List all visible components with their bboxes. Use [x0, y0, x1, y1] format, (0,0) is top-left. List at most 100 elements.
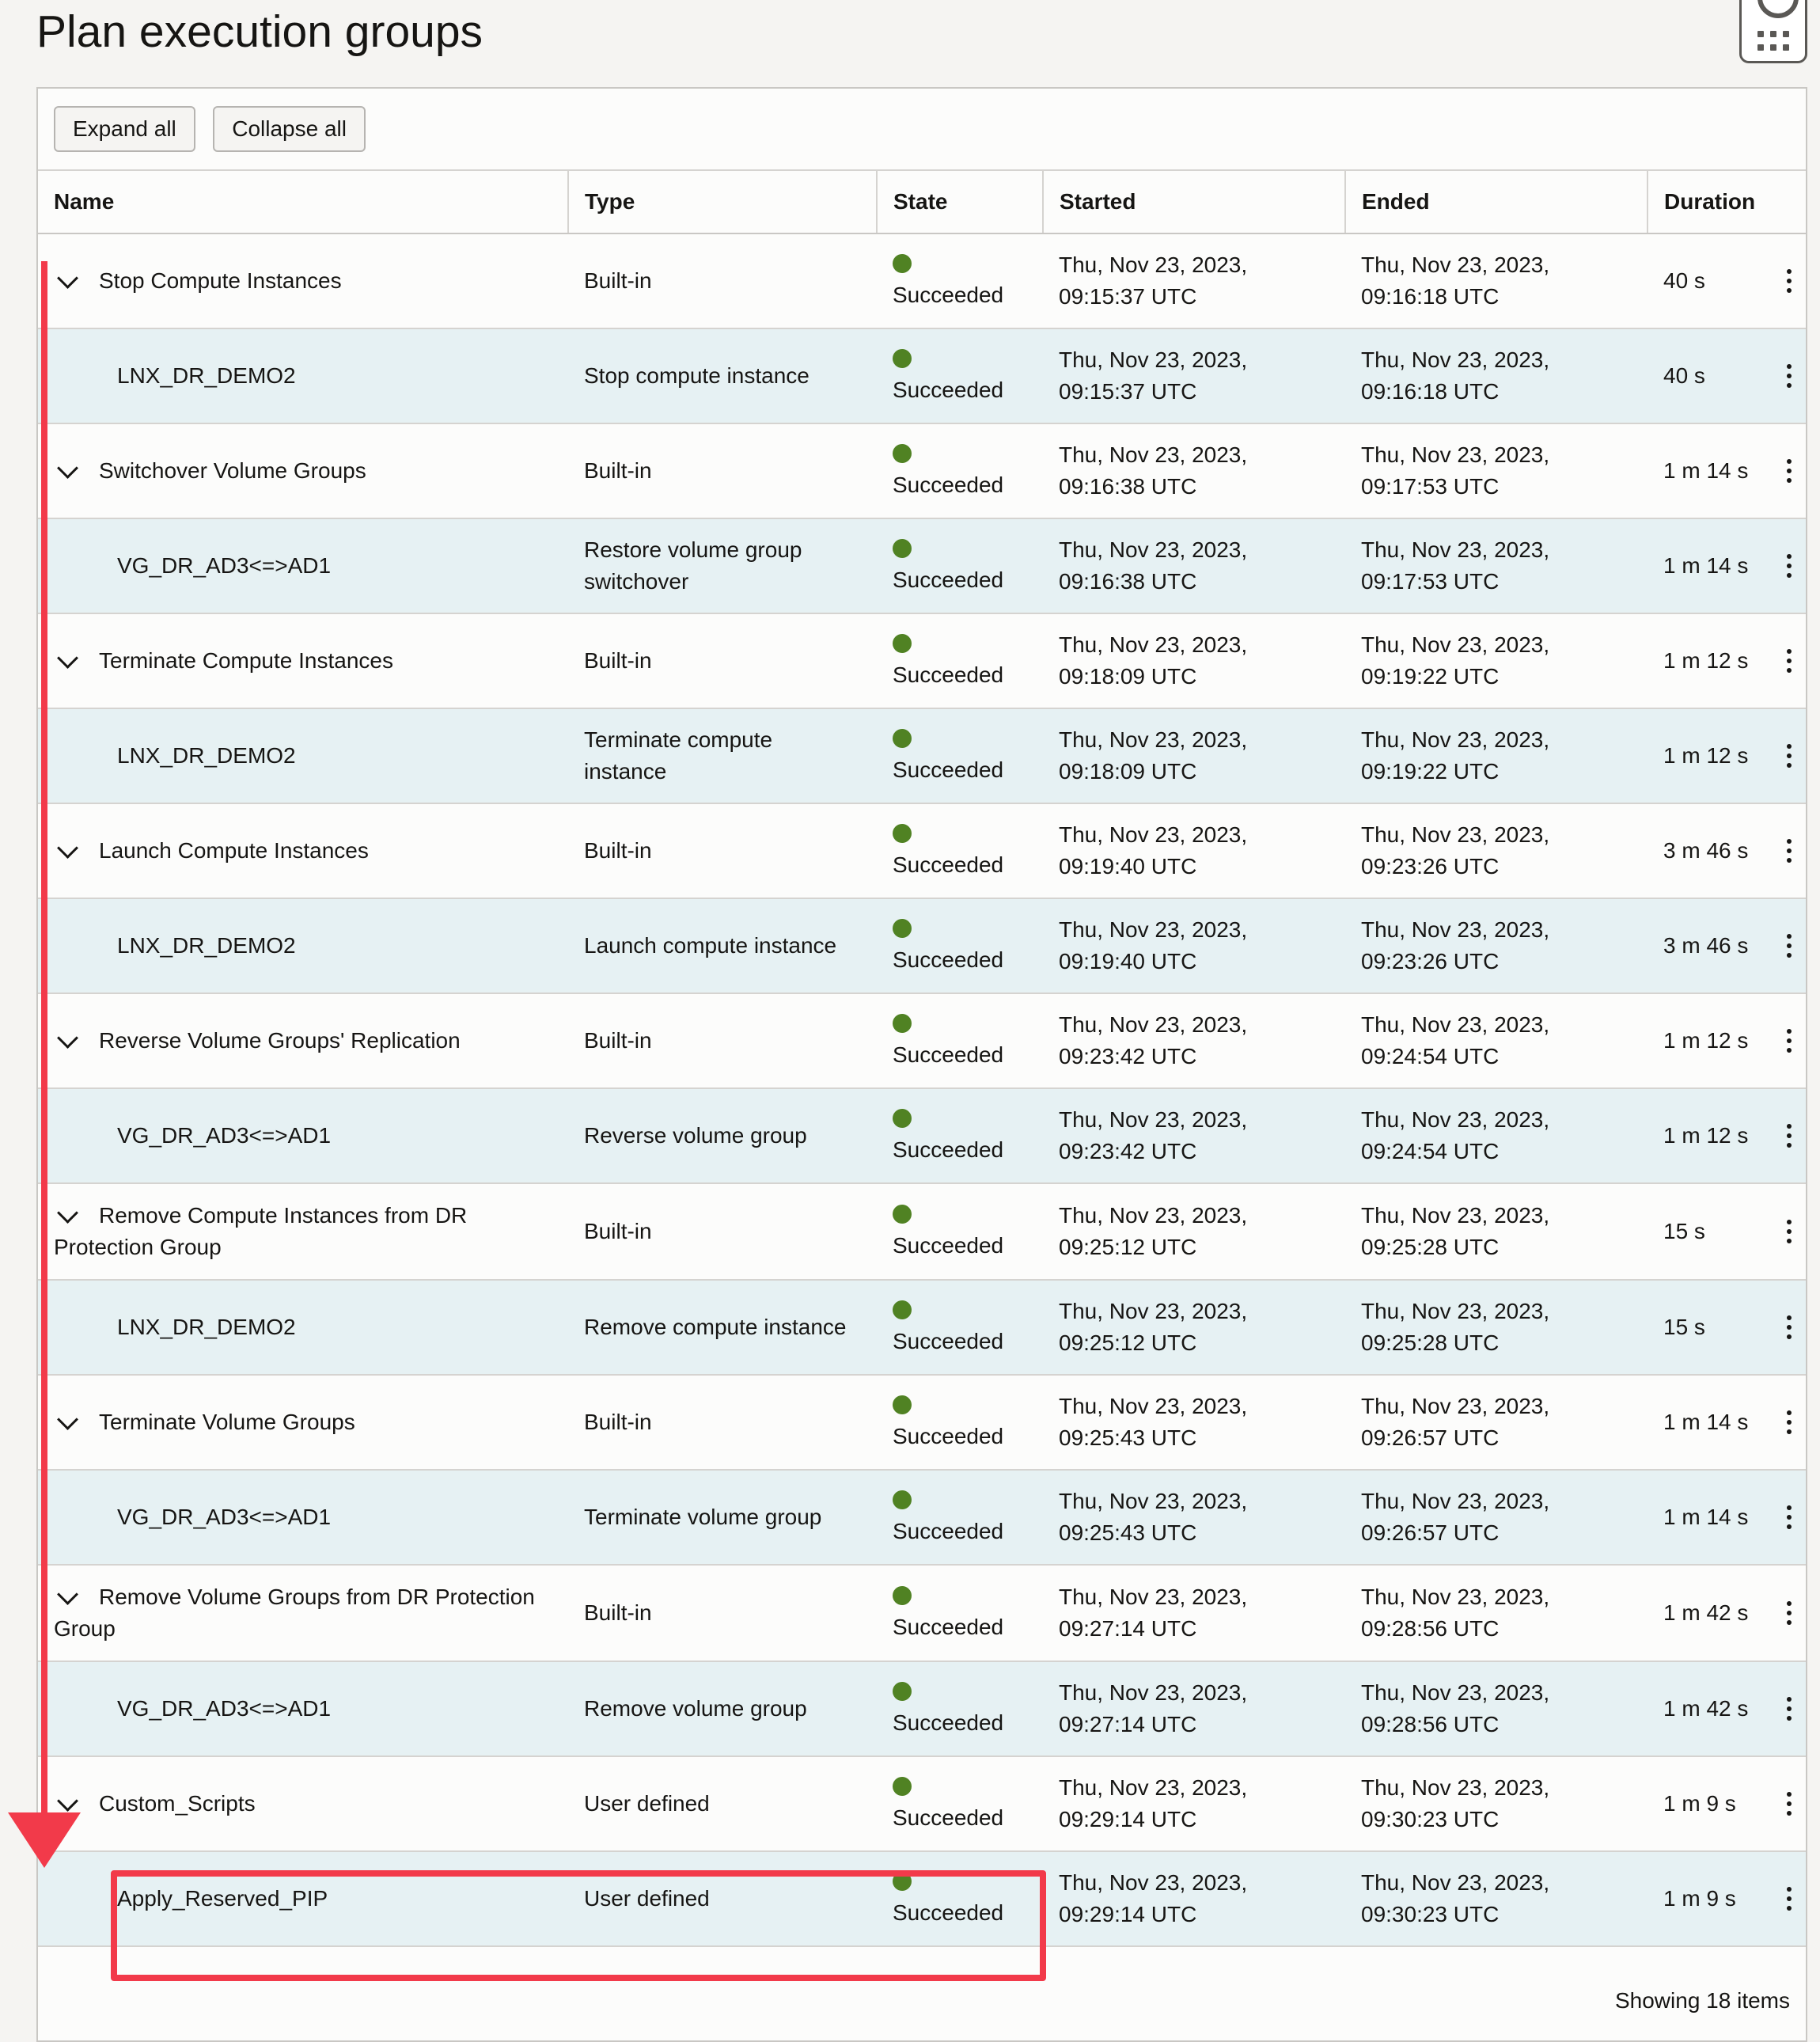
chevron-down-icon[interactable] [57, 1584, 78, 1606]
kebab-menu-icon[interactable] [1787, 1029, 1792, 1053]
ended-time: 09:26:57 UTC [1361, 1425, 1500, 1450]
group-row[interactable]: Terminate Compute Instances Built-in Suc… [38, 613, 1806, 709]
type-cell: Built-in [568, 993, 877, 1089]
column-header-ended[interactable]: Ended [1344, 169, 1647, 234]
ended-date: Thu, Nov 23, 2023, [1361, 1107, 1550, 1132]
kebab-menu-icon[interactable] [1787, 744, 1792, 768]
ended-cell: Thu, Nov 23, 2023, 09:24:54 UTC [1345, 993, 1647, 1089]
chevron-down-icon[interactable] [57, 1202, 78, 1224]
chevron-down-icon[interactable] [57, 1409, 78, 1431]
kebab-menu-icon[interactable] [1787, 1697, 1792, 1721]
row-name: Remove Volume Groups from DR Protection … [54, 1585, 535, 1641]
started-date: Thu, Nov 23, 2023, [1059, 1680, 1248, 1705]
row-duration: 3 m 46 s [1663, 933, 1749, 958]
state-cell: Succeeded [877, 708, 1043, 804]
kebab-menu-icon[interactable] [1787, 1505, 1792, 1529]
kebab-menu-icon[interactable] [1787, 934, 1792, 958]
started-date: Thu, Nov 23, 2023, [1059, 1394, 1248, 1418]
started-time: 09:15:37 UTC [1059, 379, 1197, 404]
ended-date: Thu, Nov 23, 2023, [1361, 347, 1550, 372]
kebab-menu-icon[interactable] [1787, 1124, 1792, 1148]
group-row[interactable]: Stop Compute Instances Built-in Succeede… [38, 233, 1806, 329]
started-time: 09:25:12 UTC [1059, 1235, 1197, 1259]
ended-time: 09:26:57 UTC [1361, 1520, 1500, 1545]
duration-cell: 1 m 14 s [1647, 1375, 1806, 1471]
kebab-menu-icon[interactable] [1787, 459, 1792, 483]
group-row[interactable]: Switchover Volume Groups Built-in Succee… [38, 423, 1806, 519]
kebab-menu-icon[interactable] [1787, 1410, 1792, 1434]
kebab-menu-icon[interactable] [1787, 269, 1792, 293]
row-name: Terminate Volume Groups [99, 1410, 355, 1434]
column-header-started[interactable]: Started [1042, 169, 1345, 234]
kebab-menu-icon[interactable] [1787, 1887, 1792, 1911]
step-row[interactable]: LNX_DR_DEMO2 Launch compute instance Suc… [38, 898, 1806, 994]
column-header-duration[interactable]: Duration [1647, 169, 1806, 234]
started-date: Thu, Nov 23, 2023, [1059, 442, 1248, 467]
group-row[interactable]: Reverse Volume Groups' Replication Built… [38, 993, 1806, 1089]
ended-time: 09:30:23 UTC [1361, 1807, 1500, 1831]
started-date: Thu, Nov 23, 2023, [1059, 1585, 1248, 1609]
step-row[interactable]: VG_DR_AD3<=>AD1 Restore volume group swi… [38, 518, 1806, 614]
duration-cell: 1 m 9 s [1647, 1756, 1806, 1852]
row-type: User defined [584, 1791, 710, 1816]
row-state: Succeeded [893, 1519, 1004, 1543]
ended-time: 09:24:54 UTC [1361, 1139, 1500, 1163]
row-duration: 1 m 14 s [1663, 553, 1749, 578]
step-row[interactable]: VG_DR_AD3<=>AD1 Reverse volume group Suc… [38, 1088, 1806, 1184]
group-row[interactable]: Custom_Scripts User defined Succeeded Th… [38, 1756, 1806, 1852]
chevron-down-icon[interactable] [57, 647, 78, 670]
help-widget[interactable] [1739, 0, 1807, 63]
type-cell: Built-in [568, 803, 877, 899]
group-row[interactable]: Remove Volume Groups from DR Protection … [38, 1565, 1806, 1662]
started-time: 09:19:40 UTC [1059, 949, 1197, 974]
name-cell: Terminate Compute Instances [38, 613, 568, 709]
ended-cell: Thu, Nov 23, 2023, 09:25:28 UTC [1345, 1280, 1647, 1376]
row-state: Succeeded [893, 473, 1004, 497]
group-row[interactable]: Remove Compute Instances from DR Protect… [38, 1183, 1806, 1281]
step-row[interactable]: VG_DR_AD3<=>AD1 Terminate volume group S… [38, 1470, 1806, 1566]
chevron-down-icon[interactable] [57, 457, 78, 480]
kebab-menu-icon[interactable] [1787, 364, 1792, 388]
chevron-down-icon[interactable] [57, 1027, 78, 1049]
started-time: 09:23:42 UTC [1059, 1044, 1197, 1068]
duration-cell: 3 m 46 s [1647, 898, 1806, 994]
state-cell: Succeeded [877, 518, 1043, 614]
kebab-menu-icon[interactable] [1787, 1792, 1792, 1816]
column-header-state[interactable]: State [876, 169, 1043, 234]
kebab-menu-icon[interactable] [1787, 1315, 1792, 1339]
column-header-type[interactable]: Type [567, 169, 877, 234]
name-cell: LNX_DR_DEMO2 [38, 898, 568, 994]
expand-all-button[interactable]: Expand all [54, 106, 195, 152]
group-row[interactable]: Terminate Volume Groups Built-in Succeed… [38, 1375, 1806, 1471]
name-cell: Launch Compute Instances [38, 803, 568, 899]
row-type: Reverse volume group [584, 1123, 807, 1148]
group-row[interactable]: Launch Compute Instances Built-in Succee… [38, 803, 1806, 899]
started-cell: Thu, Nov 23, 2023, 09:18:09 UTC [1043, 613, 1345, 709]
step-row[interactable]: LNX_DR_DEMO2 Stop compute instance Succe… [38, 328, 1806, 424]
started-date: Thu, Nov 23, 2023, [1059, 1299, 1248, 1323]
kebab-menu-icon[interactable] [1787, 839, 1792, 863]
ended-cell: Thu, Nov 23, 2023, 09:19:22 UTC [1345, 708, 1647, 804]
kebab-menu-icon[interactable] [1787, 1220, 1792, 1243]
chevron-down-icon[interactable] [57, 837, 78, 860]
kebab-menu-icon[interactable] [1787, 649, 1792, 673]
type-cell: Built-in [568, 1565, 877, 1662]
row-duration: 40 s [1663, 268, 1705, 293]
state-cell: Succeeded [877, 1375, 1043, 1471]
row-duration: 1 m 9 s [1663, 1791, 1736, 1816]
state-cell: Succeeded [877, 1088, 1043, 1184]
chevron-down-icon[interactable] [57, 1790, 78, 1812]
collapse-all-button[interactable]: Collapse all [213, 106, 366, 152]
kebab-menu-icon[interactable] [1787, 554, 1792, 578]
chevron-down-icon[interactable] [57, 268, 78, 290]
step-row[interactable]: VG_DR_AD3<=>AD1 Remove volume group Succ… [38, 1661, 1806, 1757]
ended-time: 09:25:28 UTC [1361, 1330, 1500, 1355]
execution-groups-panel: Expand all Collapse all Name Type State … [36, 87, 1807, 2042]
column-header-name[interactable]: Name [38, 169, 568, 234]
ended-cell: Thu, Nov 23, 2023, 09:24:54 UTC [1345, 1088, 1647, 1184]
kebab-menu-icon[interactable] [1787, 1601, 1792, 1625]
row-state: Succeeded [893, 378, 1004, 402]
step-row[interactable]: LNX_DR_DEMO2 Remove compute instance Suc… [38, 1280, 1806, 1376]
step-row[interactable]: LNX_DR_DEMO2 Terminate compute instance … [38, 708, 1806, 804]
success-status-icon [893, 254, 912, 273]
